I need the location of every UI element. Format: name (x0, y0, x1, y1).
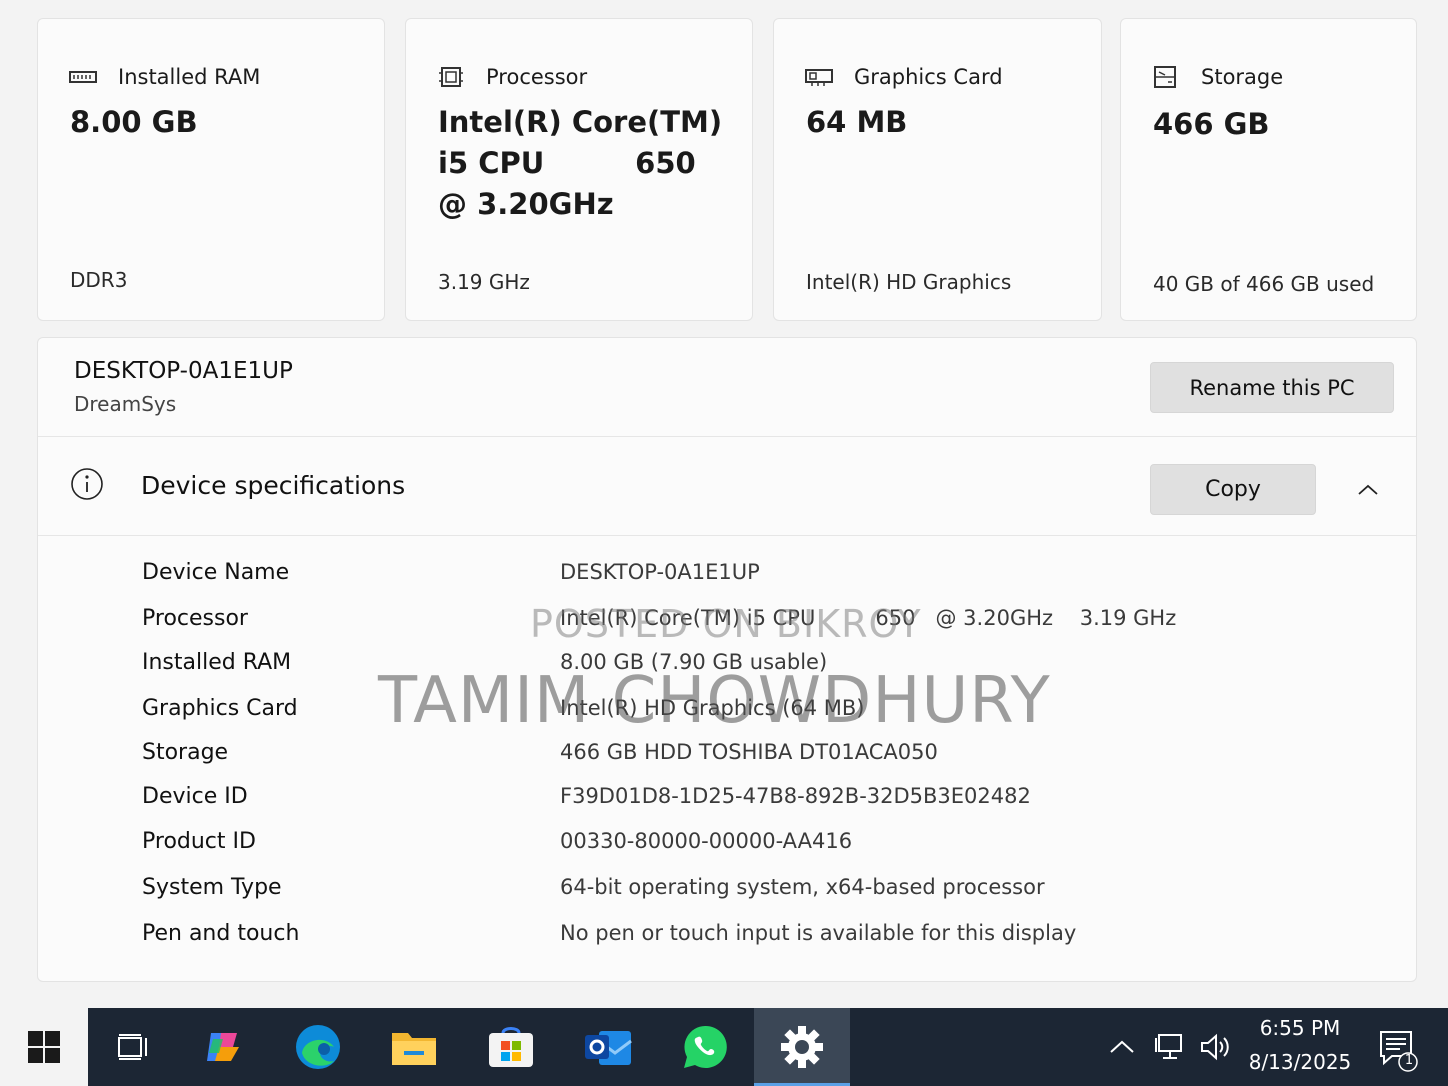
graphics-card-name: Intel(R) HD Graphics (806, 270, 1012, 294)
spec-value[interactable]: 64-bit operating system, x64-based proce… (560, 875, 1045, 900)
spec-key: Device ID (142, 784, 248, 809)
storage-icon (1154, 66, 1176, 88)
spec-value[interactable]: F39D01D8-1D25-47B8-892B-32D5B3E02482 (560, 784, 1031, 809)
spec-row-device-id: Device ID F39D01D8-1D25-47B8-892B-32D5B3E… (142, 784, 1031, 809)
spec-value[interactable]: Intel(R) HD Graphics (64 MB) (560, 696, 865, 721)
chevron-up-icon[interactable] (1105, 1030, 1139, 1064)
file-explorer-button[interactable] (366, 1008, 462, 1086)
notification-center-button[interactable]: 1 (1378, 1028, 1418, 1072)
spec-row-graphics-card: Graphics Card Intel(R) HD Graphics (64 MB… (142, 696, 865, 721)
processor-icon (439, 67, 463, 87)
notification-count: 1 (1404, 1053, 1414, 1068)
ram-value: 8.00 GB (70, 105, 198, 139)
spec-key: Graphics Card (142, 696, 298, 721)
whatsapp-icon (684, 1025, 727, 1068)
volume-icon[interactable] (1198, 1030, 1232, 1064)
edge-icon (296, 1025, 340, 1069)
start-icon (28, 1031, 60, 1063)
spec-value[interactable]: 00330-80000-00000-AA416 (560, 829, 852, 854)
ram-label: Installed RAM (118, 65, 261, 89)
spec-key: Processor (142, 606, 248, 631)
spec-row-device-name: Device Name DESKTOP-0A1E1UP (142, 560, 760, 585)
spec-key: Pen and touch (142, 921, 300, 946)
task-view-button[interactable] (86, 1008, 182, 1086)
installed-ram-card: Installed RAM 8.00 GB DDR3 (37, 18, 385, 321)
whatsapp-button[interactable] (657, 1008, 753, 1086)
pc-model: DreamSys (74, 392, 177, 416)
taskbar: 6:55 PM 8/13/2025 1 (0, 1008, 1448, 1086)
storage-card: Storage 466 GB 40 GB of 466 GB used (1120, 18, 1417, 321)
spec-row-product-id: Product ID 00330-80000-00000-AA416 (142, 829, 852, 854)
settings-button[interactable] (754, 1008, 850, 1086)
clock-date[interactable]: 8/13/2025 (1238, 1050, 1362, 1074)
divider (38, 535, 1416, 536)
graphics-card-icon (805, 69, 833, 86)
copy-specs-button[interactable]: Copy (1150, 464, 1316, 515)
processor-value-line-3: @ 3.20GHz (438, 187, 614, 221)
spec-value[interactable]: DESKTOP-0A1E1UP (560, 560, 760, 585)
clock-time[interactable]: 6:55 PM (1238, 1016, 1362, 1040)
processor-speed: 3.19 GHz (438, 270, 530, 294)
spec-value[interactable]: Intel(R) Core(TM) i5 CPU 650 @ 3.20GHz 3… (560, 606, 1176, 631)
spec-key: Installed RAM (142, 650, 292, 675)
spec-key: Storage (142, 740, 229, 765)
processor-value-line-1: Intel(R) Core(TM) (438, 105, 723, 139)
pc-name: DESKTOP-0A1E1UP (74, 358, 293, 384)
storage-label: Storage (1201, 65, 1284, 89)
file-explorer-icon (392, 1033, 436, 1065)
spec-key: Device Name (142, 560, 290, 585)
device-specifications-title[interactable]: Device specifications (141, 471, 405, 500)
spec-row-system-type: System Type 64-bit operating system, x64-… (142, 875, 1045, 900)
copilot-button[interactable] (176, 1008, 272, 1086)
spec-row-pen-and-touch: Pen and touch No pen or touch input is av… (142, 921, 1076, 946)
ram-type: DDR3 (70, 268, 128, 292)
info-icon (71, 468, 103, 500)
spec-key: Product ID (142, 829, 256, 854)
network-icon[interactable] (1153, 1030, 1187, 1064)
outlook-button[interactable] (560, 1008, 656, 1086)
device-panel: DESKTOP-0A1E1UP DreamSys Rename this PC … (37, 337, 1417, 982)
settings-icon (781, 1026, 823, 1068)
divider (38, 436, 1416, 437)
ram-icon (69, 71, 97, 83)
spec-row-processor: Processor Intel(R) Core(TM) i5 CPU 650 @ … (142, 606, 1176, 631)
start-button[interactable] (0, 1008, 88, 1086)
spec-row-installed-ram: Installed RAM 8.00 GB (7.90 GB usable) (142, 650, 827, 675)
task-view-icon (118, 1034, 147, 1060)
spec-value[interactable]: 466 GB HDD TOSHIBA DT01ACA050 (560, 740, 938, 765)
processor-card: Processor Intel(R) Core(TM) i5 CPU 650 @ 3… (405, 18, 753, 321)
outlook-icon (585, 1031, 632, 1065)
graphics-card-value: 64 MB (806, 105, 908, 139)
copilot-icon (207, 1033, 239, 1061)
spec-value[interactable]: No pen or touch input is available for t… (560, 921, 1076, 946)
store-button[interactable] (463, 1008, 559, 1086)
processor-label: Processor (486, 65, 588, 89)
processor-value-line-2: i5 CPU 650 (438, 146, 696, 180)
store-icon (489, 1027, 533, 1067)
graphics-card-card: Graphics Card 64 MB Intel(R) HD Graphics (773, 18, 1102, 321)
edge-button[interactable] (270, 1008, 366, 1086)
spec-key: System Type (142, 875, 282, 900)
rename-pc-button[interactable]: Rename this PC (1150, 362, 1394, 413)
storage-usage: 40 GB of 466 GB used (1153, 272, 1375, 296)
spec-row-storage: Storage 466 GB HDD TOSHIBA DT01ACA050 (142, 740, 938, 765)
storage-value: 466 GB (1153, 107, 1270, 141)
processor-value: Intel(R) Core(TM) i5 CPU 650 @ 3.20GHz (438, 102, 722, 225)
spec-value[interactable]: 8.00 GB (7.90 GB usable) (560, 650, 827, 675)
graphics-card-label: Graphics Card (854, 65, 1003, 89)
chevron-up-icon[interactable] (1356, 478, 1380, 502)
